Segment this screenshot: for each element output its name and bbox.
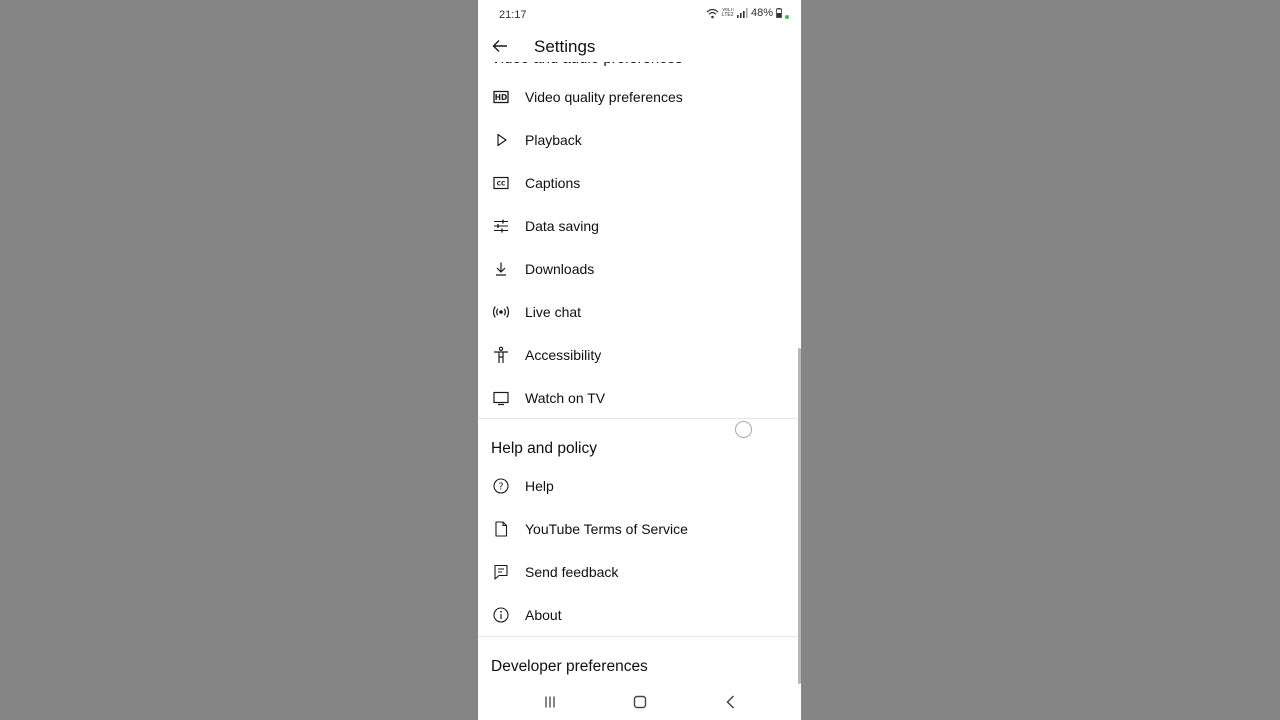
help-icon: ? [493, 478, 509, 494]
settings-item-label: Send feedback [525, 564, 619, 580]
back-icon[interactable] [721, 692, 741, 712]
app-bar: Settings [478, 32, 801, 62]
settings-item-label: About [525, 607, 562, 623]
status-bar: 21:17 VoLTE LTE2 48% [478, 0, 801, 32]
download-icon [496, 262, 506, 276]
back-arrow-icon[interactable] [490, 36, 510, 56]
settings-item-downloads[interactable]: Downloads [478, 249, 797, 289]
accessibility-icon [494, 346, 508, 363]
settings-item-captions[interactable]: CC Captions [478, 163, 797, 203]
settings-item-terms[interactable]: YouTube Terms of Service [478, 509, 797, 549]
privacy-dot [785, 15, 789, 19]
settings-item-label: Live chat [525, 304, 582, 320]
signal-icon [736, 8, 748, 18]
settings-item-playback[interactable]: Playback [478, 120, 797, 160]
section-title-developer: Developer preferences [491, 658, 648, 675]
wifi-icon [706, 8, 719, 18]
settings-item-label: Playback [525, 132, 582, 148]
settings-item-label: Data saving [525, 218, 599, 234]
battery-percent: 48% [750, 7, 773, 19]
settings-item-label: YouTube Terms of Service [525, 521, 688, 537]
play-icon [497, 133, 507, 147]
status-time: 21:17 [499, 9, 527, 21]
sliders-icon [494, 219, 508, 233]
settings-item-help[interactable]: ? Help [478, 466, 797, 506]
system-nav-bar [478, 684, 801, 720]
settings-item-accessibility[interactable]: Accessibility [478, 335, 797, 375]
section-divider [478, 418, 797, 419]
svg-text:?: ? [498, 482, 503, 493]
svg-text:HD: HD [495, 93, 508, 102]
settings-item-label: Help [525, 478, 554, 494]
tv-icon [493, 391, 509, 406]
network-indicator: VoLTE LTE2 [721, 8, 734, 18]
settings-item-data-saving[interactable]: Data saving [478, 206, 797, 246]
settings-item-label: Downloads [525, 261, 595, 277]
svg-text:CC: CC [497, 181, 506, 188]
recents-icon[interactable] [540, 692, 560, 712]
settings-item-live-chat[interactable]: Live chat [478, 292, 797, 332]
page-title: Settings [534, 37, 596, 56]
info-icon [493, 607, 509, 623]
section-title-help: Help and policy [491, 440, 597, 457]
live-icon [492, 306, 510, 318]
touch-indicator [735, 421, 752, 438]
settings-item-label: Video quality preferences [525, 89, 683, 105]
battery-icon [776, 8, 782, 18]
document-icon [495, 521, 508, 537]
scrollbar[interactable] [798, 348, 801, 684]
settings-item-label: Watch on TV [525, 390, 606, 406]
section-divider [478, 636, 797, 637]
settings-item-about[interactable]: About [478, 595, 797, 635]
hd-icon: HD [493, 90, 509, 104]
settings-item-label: Captions [525, 175, 581, 191]
captions-icon: CC [493, 176, 509, 190]
home-icon[interactable] [630, 692, 650, 712]
settings-item-send-feedback[interactable]: Send feedback [478, 552, 797, 592]
settings-item-label: Accessibility [525, 347, 602, 363]
settings-item-watch-on-tv[interactable]: Watch on TV [478, 378, 797, 418]
settings-item-video-quality[interactable]: HD Video quality preferences [478, 77, 797, 117]
feedback-icon [494, 564, 508, 580]
status-icons: VoLTE LTE2 48% [706, 7, 789, 19]
phone-screen: 21:17 VoLTE LTE2 48% [478, 0, 801, 720]
